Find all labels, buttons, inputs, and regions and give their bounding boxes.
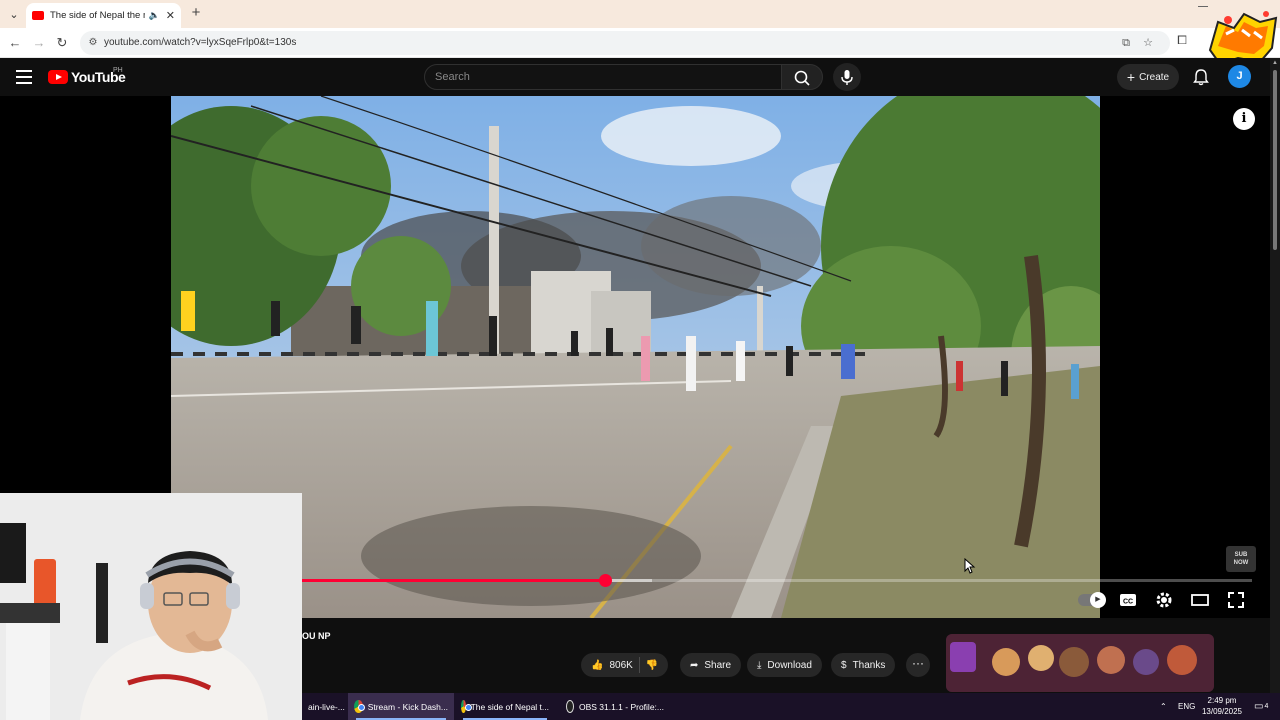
download-label: Download (767, 659, 812, 671)
close-icon[interactable]: ✕ (166, 9, 175, 22)
menu-icon[interactable] (16, 70, 32, 84)
share-arrow-icon: ➦ (690, 659, 699, 671)
taskbar-label-stream: Stream - Kick Dash... (367, 701, 448, 712)
thumbs-up-icon[interactable]: 👍 (591, 660, 603, 671)
taskbar-label-app: ain-live-... (308, 701, 345, 712)
download-button[interactable]: ⤓ Download (747, 653, 822, 677)
svg-text:CC: CC (1123, 599, 1133, 606)
create-label: Create (1139, 71, 1170, 83)
mouse-cursor-icon (964, 558, 976, 574)
taskbar-item-obs[interactable]: OBS 31.1.1 - Profile:... (560, 693, 670, 720)
notification-count: 4 (1264, 703, 1269, 710)
webcam-overlay (0, 493, 302, 720)
settings-gear-icon[interactable] (1154, 590, 1174, 610)
language-indicator[interactable]: ENG (1178, 693, 1195, 720)
country-code: PH (113, 67, 123, 74)
fullscreen-icon[interactable] (1226, 590, 1246, 610)
taskbar-label-youtube: The side of Nepal t... (470, 701, 549, 712)
notifications-bell-icon[interactable] (1191, 67, 1211, 87)
browser-tab-active[interactable]: The side of Nepal the media 🔈 ✕ (26, 3, 181, 28)
info-icon[interactable]: i (1233, 108, 1255, 130)
ad-banner[interactable] (946, 634, 1214, 692)
account-avatar[interactable]: J (1228, 65, 1251, 88)
search-button[interactable] (781, 64, 823, 90)
scrollbar-thumb[interactable] (1273, 70, 1277, 250)
autoplay-play-icon: ▶ (1090, 592, 1106, 608)
taskbar-item-youtube[interactable]: The side of Nepal t... (455, 693, 555, 720)
clock-date: 13/09/2025 (1201, 707, 1243, 716)
captions-icon[interactable]: CC (1118, 590, 1138, 610)
browser-tab-strip: ⌄ The side of Nepal the media 🔈 ✕ + (0, 0, 1280, 28)
theater-mode-icon[interactable] (1190, 590, 1210, 610)
video-scene (171, 96, 1100, 618)
window-minimize-button[interactable] (1198, 6, 1208, 7)
thumbs-down-icon[interactable]: 👎 (646, 660, 658, 671)
sub-badge-line-2: NOW (1233, 560, 1249, 566)
youtube-favicon-icon (32, 11, 44, 20)
tray-overflow-chevron-icon[interactable]: ⌃ (1160, 693, 1167, 720)
speaker-icon[interactable]: 🔈 (149, 10, 160, 21)
plus-icon: + (1126, 69, 1136, 85)
puzzle-icon[interactable]: ⧠ (1174, 33, 1190, 49)
forward-arrow-icon[interactable]: → (30, 34, 48, 52)
chrome-icon (354, 700, 365, 713)
back-arrow-icon[interactable]: ← (6, 34, 24, 52)
like-count[interactable]: 806K (609, 660, 632, 671)
taskbar-label-obs: OBS 31.1.1 - Profile:... (578, 701, 664, 712)
browser-toolbar: ← → ↻ ⚙ youtube.com/watch?v=lyxSqeFrlp0&… (0, 28, 1280, 58)
search-box (424, 64, 782, 90)
chrome-icon (461, 700, 472, 713)
autoplay-toggle[interactable]: ▶ (1078, 592, 1106, 608)
like-divider (638, 657, 640, 673)
obs-icon (566, 700, 574, 713)
played-bar (300, 579, 605, 582)
tab-title: The side of Nepal the media (50, 10, 145, 21)
thanks-label: Thanks (852, 659, 886, 671)
like-dislike-group: 👍 806K 👎 (581, 653, 669, 677)
taskbar-item-app[interactable]: ain-live-... (302, 693, 351, 720)
address-bar[interactable]: ⚙ youtube.com/watch?v=lyxSqeFrlp0&t=130s… (80, 31, 1170, 55)
webcam-feed (0, 493, 302, 720)
subscribe-watermark[interactable]: SUB NOW (1226, 546, 1256, 572)
voice-search-button[interactable] (833, 63, 861, 91)
thanks-icon: $ (841, 659, 847, 671)
youtube-header: YouTube PH + Create J (0, 58, 1280, 96)
reload-icon[interactable]: ↻ (53, 34, 71, 52)
sub-badge-line-1: SUB (1234, 552, 1248, 558)
youtube-play-icon (48, 70, 68, 84)
taskbar-item-stream-kick[interactable]: Stream - Kick Dash... (348, 693, 454, 720)
channel-name-fragment[interactable]: OU NP (302, 631, 331, 641)
url-text[interactable]: youtube.com/watch?v=lyxSqeFrlp0&t=130s (104, 37, 296, 48)
new-tab-plus-icon[interactable]: + (188, 5, 204, 21)
star-icon[interactable]: ☆ (1140, 35, 1156, 51)
taskbar-clock[interactable]: 2:49 pm 13/09/2025 (1194, 695, 1250, 717)
install-app-icon[interactable]: ⧉ (1118, 35, 1134, 51)
scroll-up-arrow-icon[interactable]: ▲ (1272, 60, 1278, 66)
search-input[interactable] (425, 65, 755, 89)
microphone-icon (841, 70, 853, 85)
video-frame[interactable] (171, 96, 1100, 618)
scrubber-handle[interactable] (598, 574, 612, 587)
progress-bar[interactable] (300, 574, 1252, 587)
page-scrollbar[interactable]: ▲ (1270, 58, 1280, 693)
windows-taskbar: ain-live-... Stream - Kick Dash... The s… (302, 693, 1280, 720)
share-label: Share (704, 659, 732, 671)
thanks-button[interactable]: $ Thanks (831, 653, 896, 677)
more-actions-icon[interactable]: ··· (906, 653, 930, 677)
tab-search-chevron-icon[interactable]: ⌄ (4, 4, 24, 24)
search-icon (794, 70, 810, 86)
clock-time: 2:49 pm (1207, 696, 1237, 705)
download-icon: ⤓ (757, 659, 762, 671)
create-button[interactable]: + Create (1117, 64, 1179, 90)
site-info-icon[interactable]: ⚙ (86, 36, 100, 50)
screen: ⌄ The side of Nepal the media 🔈 ✕ + ← → … (0, 0, 1280, 720)
notification-center-icon[interactable]: ▭ 4 (1254, 693, 1268, 720)
share-button[interactable]: ➦ Share (680, 653, 742, 677)
